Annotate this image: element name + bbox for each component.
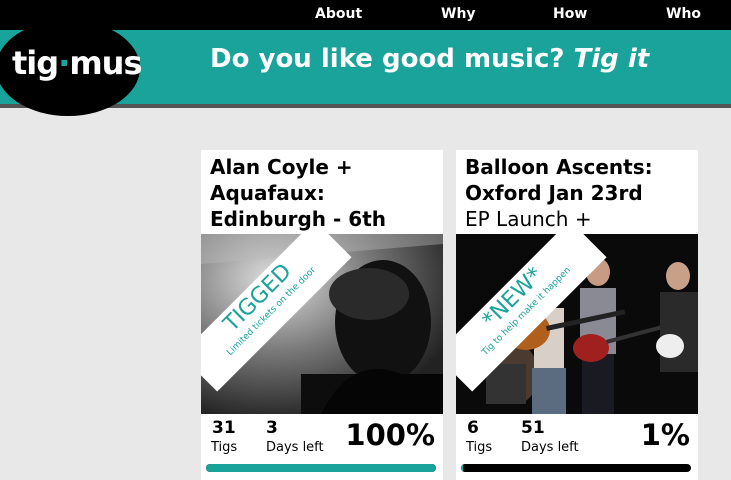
progress-fill bbox=[206, 464, 436, 472]
tigs-count: 6 bbox=[467, 418, 479, 438]
days-left-label: Days left bbox=[266, 440, 324, 455]
event-photo[interactable]: TIGGED Limited tickets on the door bbox=[201, 234, 443, 414]
card-title[interactable]: Alan Coyle + Aquafaux: Edinburgh - 6th bbox=[210, 154, 440, 232]
top-nav: About Why How Who bbox=[0, 0, 731, 30]
card-title[interactable]: Balloon Ascents: Oxford Jan 23rd EP Laun… bbox=[465, 154, 695, 232]
tagline-emphasis: Tig it bbox=[573, 44, 650, 74]
progress-fill bbox=[461, 464, 464, 472]
progress-bar bbox=[206, 464, 436, 472]
logo-part-mus: mus bbox=[69, 44, 142, 82]
progress-bar bbox=[461, 464, 691, 472]
card-stats: 31 Tigs 3 Days left 100% bbox=[201, 414, 443, 464]
days-left-count: 3 bbox=[266, 418, 278, 438]
card-subtitle: EP Launch + bbox=[465, 207, 592, 231]
card-title-text: Alan Coyle + Aquafaux: Edinburgh - 6th bbox=[210, 155, 386, 231]
logo[interactable]: tig·mus bbox=[12, 44, 143, 82]
event-photo[interactable]: *NEW* Tig to help make it happen bbox=[456, 234, 698, 414]
days-left-count: 51 bbox=[521, 418, 545, 438]
nav-how-link[interactable]: How bbox=[553, 6, 587, 22]
days-left-label: Days left bbox=[521, 440, 579, 455]
tagline-main: Do you like good music? bbox=[210, 44, 565, 74]
tigs-count: 31 bbox=[212, 418, 236, 438]
logo-dot: · bbox=[58, 44, 70, 82]
tigs-label: Tigs bbox=[211, 440, 238, 455]
card-title-text: Balloon Ascents: Oxford Jan 23rd bbox=[465, 155, 653, 205]
nav-about-link[interactable]: About bbox=[315, 6, 362, 22]
event-card[interactable]: Balloon Ascents: Oxford Jan 23rd EP Laun… bbox=[456, 150, 698, 480]
nav-who-link[interactable]: Who bbox=[666, 6, 701, 22]
tagline: Do you like good music? Tig it bbox=[210, 44, 649, 74]
card-stats: 6 Tigs 51 Days left 1% bbox=[456, 414, 698, 464]
tigs-label: Tigs bbox=[466, 440, 493, 455]
funded-percent: 100% bbox=[345, 418, 435, 452]
nav-why-link[interactable]: Why bbox=[441, 6, 476, 22]
logo-part-tig: tig bbox=[12, 44, 59, 82]
event-card[interactable]: Alan Coyle + Aquafaux: Edinburgh - 6th T… bbox=[201, 150, 443, 480]
funded-percent: 1% bbox=[640, 418, 690, 452]
